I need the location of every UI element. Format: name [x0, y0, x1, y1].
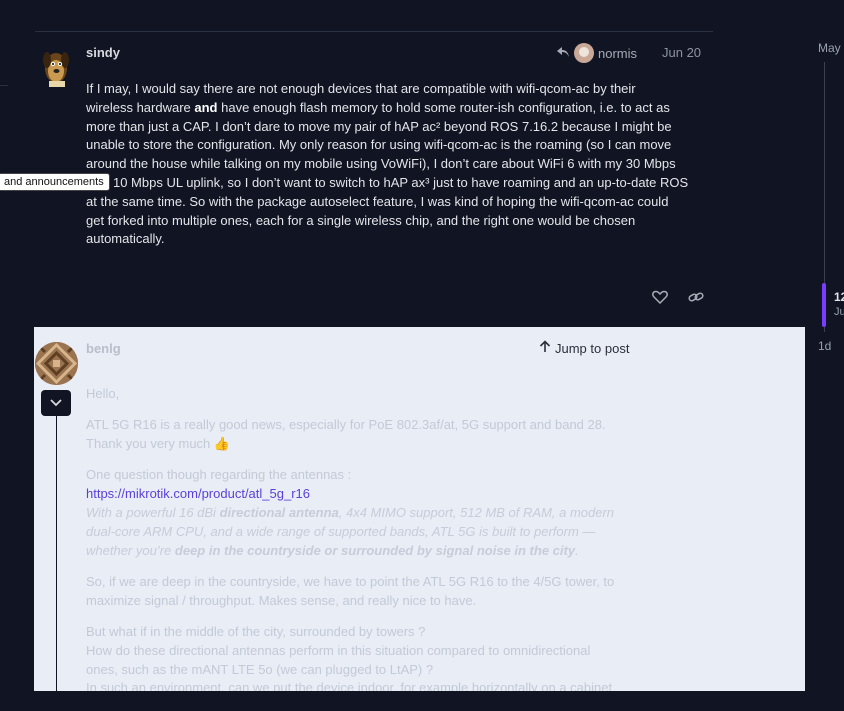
timeline-handle[interactable] — [822, 283, 826, 327]
reply-arrow-icon — [556, 46, 570, 61]
greeting: Hello, — [86, 386, 120, 401]
reply-avatar — [574, 43, 594, 63]
paragraph: ATL 5G R16 is a really good news, especi… — [86, 417, 606, 452]
quoted-body: Hello, ATL 5G R16 is a really good news,… — [86, 385, 646, 691]
post-actions — [651, 288, 705, 306]
jump-to-post-label: Jump to post — [555, 340, 630, 356]
arrow-up-icon — [539, 340, 551, 356]
thumbs-up-icon: 👍 — [213, 436, 231, 452]
reply-to[interactable]: normis — [556, 43, 637, 63]
post-body: If I may, I would say there are not enou… — [86, 81, 689, 247]
thread-line — [56, 416, 57, 691]
timeline-end-date[interactable]: 1d — [818, 339, 831, 353]
jump-to-post-link[interactable]: Jump to post — [539, 340, 629, 356]
paragraph: One question though regarding the antenn… — [86, 467, 615, 558]
timeline-current: 12 — [834, 290, 844, 304]
expand-button[interactable] — [41, 390, 71, 416]
link-icon[interactable] — [687, 288, 705, 306]
heart-icon[interactable] — [651, 288, 669, 306]
quoted-avatar[interactable] — [35, 342, 78, 385]
chevron-down-icon — [50, 394, 62, 412]
paragraph: But what if in the middle of the city, s… — [86, 623, 613, 691]
post-date[interactable]: Jun 20 — [662, 45, 701, 60]
post-username[interactable]: sindy — [86, 45, 120, 60]
product-link[interactable]: https://mikrotik.com/product/atl_5g_r16 — [86, 486, 310, 501]
avatar[interactable] — [40, 44, 74, 88]
paragraph: So, if we are deep in the countryside, w… — [86, 573, 615, 608]
quoted-post-panel: benlg Jump to post Hello, ATL 5G R16 is … — [34, 327, 805, 691]
tooltip: and announcements — [0, 173, 110, 191]
reply-to-username: normis — [598, 45, 638, 61]
quoted-username[interactable]: benlg — [86, 341, 121, 356]
top-divider — [35, 31, 713, 32]
timeline-start-date[interactable]: May — [818, 41, 841, 55]
left-divider — [0, 85, 8, 86]
timeline-current-date: Ju — [834, 306, 844, 318]
